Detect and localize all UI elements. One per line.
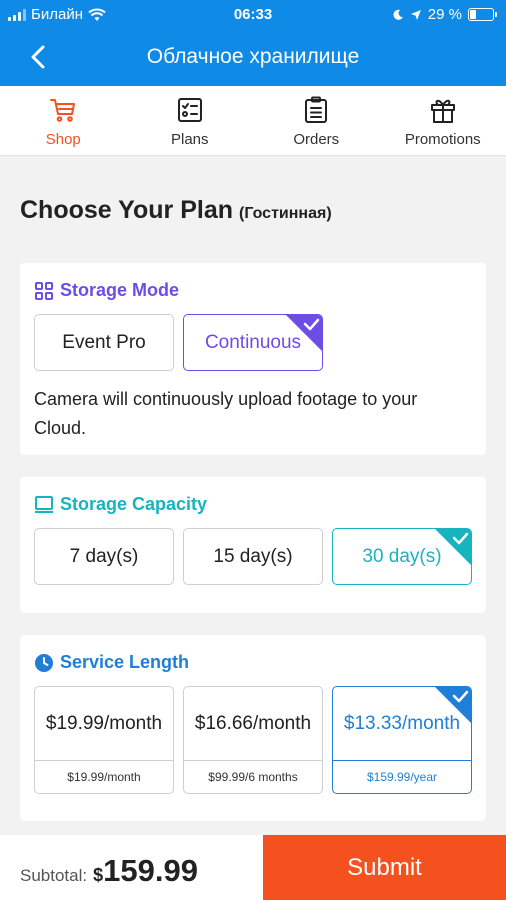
tab-orders[interactable]: Orders [253,86,380,155]
billing-total: $99.99/6 months [184,760,322,792]
clock-icon [35,653,53,672]
service-length-option-yearly[interactable]: $13.33/month $159.99/year [332,686,472,794]
service-length-header: Service Length [34,652,189,673]
service-length-option-monthly[interactable]: $19.99/month $19.99/month [34,686,174,794]
capacity-option-15[interactable]: 15 day(s) [183,528,323,585]
storage-mode-option-event-pro[interactable]: Event Pro [34,314,174,371]
laptop-icon [35,495,53,513]
selected-check-icon [435,687,471,723]
page-title: Облачное хранилище [146,45,360,68]
service-length-option-6-months[interactable]: $16.66/month $99.99/6 months [183,686,323,794]
grid-icon [35,281,53,300]
checklist-icon [177,98,202,122]
subtotal-label: Subtotal: [20,866,88,885]
page-heading: Choose Your Plan (Гостинная) [20,196,332,224]
top-bar: Билайн 06:33 29 % Облачное хранилище [0,0,506,86]
service-length-card: Service Length $19.99/month $19.99/month… [20,635,486,821]
storage-mode-header: Storage Mode [34,280,179,301]
cart-icon [50,99,76,122]
tab-label: Shop [45,131,81,148]
tab-plans[interactable]: Plans [127,86,254,155]
monthly-price: $19.99/month [45,712,163,734]
storage-capacity-header: Storage Capacity [34,494,207,515]
moon-icon [393,9,403,20]
subtotal-amount: 159.99 [103,853,198,888]
room-name: (Гостинная) [239,205,332,222]
submit-button[interactable]: Submit [263,835,506,900]
gift-icon [430,99,455,123]
tab-bar: Shop Plans Orders Promotions [0,86,506,156]
battery-icon [468,8,497,21]
storage-capacity-card: Storage Capacity 7 day(s) 15 day(s) 30 d… [20,477,486,613]
nav-bar: Облачное хранилище [0,30,506,86]
tab-label: Orders [293,131,340,148]
currency-symbol: $ [93,865,104,885]
checkout-bar: Subtotal: $ 159.99 Submit [0,835,506,900]
battery-percent: 29 % [427,6,462,23]
billing-total: $159.99/year [333,760,471,792]
capacity-option-30[interactable]: 30 day(s) [332,528,472,585]
capacity-option-7[interactable]: 7 day(s) [34,528,174,585]
billing-total: $19.99/month [35,760,173,792]
tab-label: Plans [170,131,209,148]
location-arrow-icon [410,9,421,20]
status-bar: Билайн 06:33 29 % [0,0,506,30]
selected-check-icon [286,315,322,351]
subtotal: Subtotal: $ 159.99 [20,853,198,889]
storage-mode-description: Camera will continuously upload footage … [34,389,418,438]
tab-shop[interactable]: Shop [0,86,127,155]
tab-label: Promotions [404,131,481,148]
monthly-price: $16.66/month [194,712,312,734]
selected-check-icon [435,529,471,565]
storage-mode-option-continuous[interactable]: Continuous [183,314,323,371]
storage-mode-card: Storage Mode Event Pro Continuous Camera… [20,263,486,455]
clipboard-icon [305,96,328,123]
tab-promotions[interactable]: Promotions [380,86,506,155]
